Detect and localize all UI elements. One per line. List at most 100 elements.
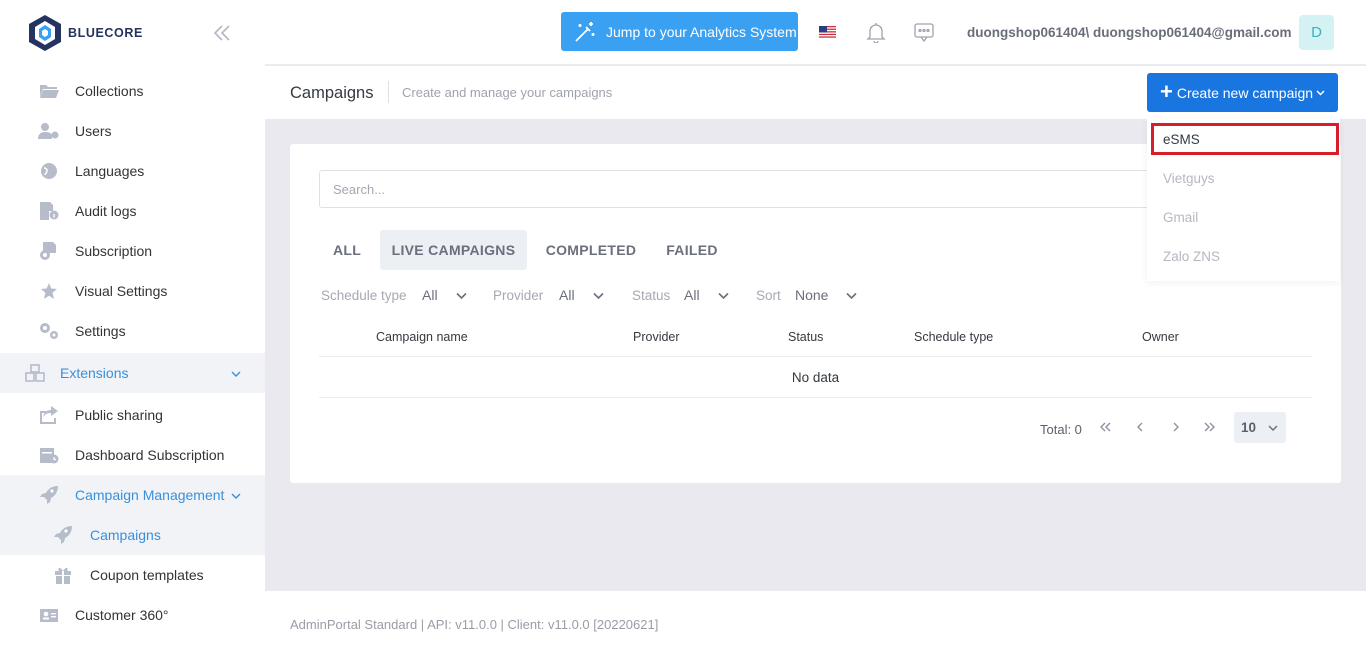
top-bar: Jump to your Analytics System duongshop0… — [265, 0, 1366, 65]
sort-select[interactable]: None — [795, 285, 858, 305]
share-icon — [38, 406, 60, 424]
sidebar-item-visual-settings[interactable]: Visual Settings — [0, 271, 265, 311]
column-header-owner[interactable]: Owner — [1142, 330, 1179, 344]
analytics-system-button[interactable]: Jump to your Analytics System — [561, 12, 798, 51]
sidebar-item-campaigns[interactable]: Campaigns — [0, 515, 265, 555]
brand-name: BLUECORE — [68, 26, 143, 40]
sidebar-item-label: Visual Settings — [75, 283, 168, 299]
sidebar-item-label: Extensions — [60, 365, 129, 381]
column-header-schedule-type[interactable]: Schedule type — [914, 330, 993, 344]
gears-icon — [38, 322, 60, 340]
chevron-down-icon — [717, 292, 729, 299]
star-icon — [38, 282, 60, 300]
tab-all[interactable]: ALL — [320, 230, 374, 270]
page-size-select[interactable]: 10 — [1234, 412, 1286, 443]
sidebar-item-users[interactable]: Users — [0, 111, 265, 151]
column-header-campaign-name[interactable]: Campaign name — [376, 330, 468, 344]
sidebar-item-label: Audit logs — [75, 203, 137, 219]
rocket-icon — [52, 526, 74, 544]
provider-select[interactable]: All — [559, 285, 605, 305]
sidebar-item-label: Collections — [75, 83, 144, 99]
search-input[interactable] — [319, 170, 1179, 208]
create-button-label: Create new campaign — [1176, 84, 1314, 101]
calendar-clock-icon — [38, 446, 60, 464]
sidebar-item-label: Customer 360° — [75, 607, 169, 623]
folder-icon — [38, 82, 60, 100]
dropdown-item-vietguys[interactable]: Vietguys — [1163, 171, 1215, 186]
filter-value: All — [559, 287, 575, 303]
table-empty-row: No data — [319, 356, 1312, 398]
chevron-down-icon — [1316, 90, 1325, 96]
chevron-down-icon — [455, 292, 467, 299]
chevron-down-icon — [592, 292, 604, 299]
page-title: Campaigns — [290, 84, 374, 102]
document-info-icon — [38, 202, 60, 220]
sidebar-item-label: Coupon templates — [90, 567, 204, 583]
dropdown-item-esms[interactable]: eSMS — [1163, 132, 1200, 147]
sidebar-item-public-sharing[interactable]: Public sharing — [0, 395, 265, 435]
filter-value: None — [795, 287, 829, 303]
tab-completed[interactable]: COMPLETED — [539, 230, 643, 270]
us-flag-icon[interactable] — [819, 25, 836, 38]
first-page-icon[interactable] — [1097, 418, 1115, 436]
page-subtitle: Create and manage your campaigns — [402, 85, 613, 100]
avatar[interactable]: D — [1299, 15, 1334, 50]
cubes-icon — [24, 364, 46, 382]
status-select[interactable]: All — [684, 285, 730, 305]
gift-icon — [52, 566, 74, 584]
dropdown-item-gmail[interactable]: Gmail — [1163, 210, 1198, 225]
page-header: Campaigns Create and manage your campaig… — [265, 66, 1366, 119]
id-card-icon — [38, 606, 60, 624]
sidebar-item-coupon-templates[interactable]: Coupon templates — [0, 555, 265, 595]
bluecore-logo[interactable]: BLUECORE — [28, 14, 143, 52]
chat-icon[interactable] — [913, 21, 935, 43]
schedule-type-select[interactable]: All — [422, 285, 468, 305]
magic-wand-icon — [575, 21, 595, 42]
column-header-provider[interactable]: Provider — [633, 330, 680, 344]
bell-icon[interactable] — [865, 21, 887, 44]
last-page-icon[interactable] — [1200, 418, 1218, 436]
sidebar-item-campaign-management[interactable]: Campaign Management — [0, 475, 265, 515]
sidebar-item-extensions[interactable]: Extensions — [0, 353, 265, 393]
collapse-sidebar-icon[interactable] — [211, 22, 233, 44]
column-header-status[interactable]: Status — [788, 330, 823, 344]
tab-live-campaigns[interactable]: LIVE CAMPAIGNS — [380, 230, 527, 270]
create-new-campaign-button[interactable]: + Create new campaign — [1147, 73, 1338, 112]
provider-dropdown-menu: eSMS Vietguys Gmail Zalo ZNS — [1147, 119, 1340, 281]
filter-label-schedule-type: Schedule type — [321, 288, 407, 303]
next-page-icon[interactable] — [1166, 418, 1184, 436]
sidebar-item-collections[interactable]: Collections — [0, 71, 265, 111]
sidebar-item-label: Campaigns — [90, 527, 161, 543]
footer: AdminPortal Standard | API: v11.0.0 | Cl… — [265, 591, 1366, 645]
sidebar-item-languages[interactable]: Languages — [0, 151, 265, 191]
user-account-label[interactable]: duongshop061404\ duongshop061404@gmail.c… — [967, 25, 1292, 40]
sidebar-item-audit-logs[interactable]: Audit logs — [0, 191, 265, 231]
sidebar-item-label: Settings — [75, 323, 126, 339]
sidebar-item-label: Languages — [75, 163, 145, 179]
sidebar-item-label: Users — [75, 123, 112, 139]
dropdown-item-zalo-zns[interactable]: Zalo ZNS — [1163, 249, 1220, 264]
chevron-down-icon — [1268, 424, 1278, 431]
tab-failed[interactable]: FAILED — [658, 230, 726, 270]
sidebar-item-label: Subscription — [75, 243, 153, 259]
subscription-icon — [38, 242, 60, 260]
footer-version-text: AdminPortal Standard | API: v11.0.0 | Cl… — [290, 617, 659, 632]
chevron-down-icon[interactable] — [230, 489, 242, 501]
logo-hexagon-icon — [29, 15, 61, 51]
sidebar-item-settings[interactable]: Settings — [0, 311, 265, 351]
sidebar-item-label: Public sharing — [75, 407, 163, 423]
sidebar-item-customer-360[interactable]: Customer 360° — [0, 595, 265, 635]
plus-icon: + — [1160, 78, 1173, 104]
sidebar-item-dashboard-subscription[interactable]: Dashboard Subscription — [0, 435, 265, 475]
chevron-down-icon[interactable] — [230, 367, 242, 379]
sidebar: BLUECORE Collections Users Languages Aud… — [0, 0, 265, 645]
globe-icon — [38, 162, 60, 180]
sidebar-item-subscription[interactable]: Subscription — [0, 231, 265, 271]
filter-value: All — [422, 287, 438, 303]
sidebar-item-label: Campaign Management — [75, 487, 225, 503]
rocket-icon — [38, 486, 60, 504]
pagination-total: Total: 0 — [1040, 422, 1082, 437]
filter-label-status: Status — [632, 288, 671, 303]
prev-page-icon[interactable] — [1132, 418, 1150, 436]
no-data-text: No data — [791, 369, 840, 385]
